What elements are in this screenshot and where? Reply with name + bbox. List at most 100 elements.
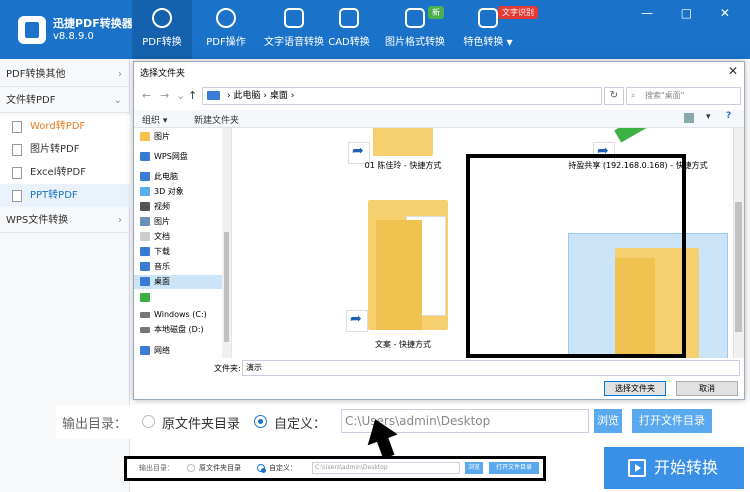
search-placeholder: 搜索"桌面"	[645, 91, 685, 100]
cancel-button[interactable]: 取消	[676, 381, 738, 396]
shortcut-icon	[346, 310, 368, 332]
sidebar-group-label: WPS文件转换	[6, 215, 69, 226]
output-dir-row: 输出目录： 原文件夹目录 自定义： C:\Users\admin\Desktop…	[124, 456, 546, 481]
nav-item-pictures[interactable]: 图片	[134, 130, 230, 144]
special-icon	[478, 8, 498, 28]
refresh-icon[interactable]: ↻	[604, 87, 624, 105]
open-folder-button[interactable]: 打开文件目录	[632, 409, 712, 433]
drive-icon	[140, 312, 150, 318]
browse-button[interactable]: 浏览	[465, 462, 483, 474]
nav-item-downloads[interactable]: 下载	[134, 245, 230, 259]
search-input[interactable]: ⌕ 搜索"桌面"	[626, 87, 741, 105]
sidebar-group-file-to-pdf[interactable]: 文件转PDF ⌄	[0, 89, 130, 113]
content-scroll-thumb[interactable]	[735, 202, 742, 332]
sidebar-group-pdf-to-other[interactable]: PDF转换其他 ›	[0, 63, 130, 87]
start-convert-button[interactable]: 开始转换	[604, 447, 744, 489]
app-logo-icon	[18, 16, 46, 44]
tab-cad[interactable]: CAD转换	[328, 8, 370, 56]
nav-item-label: 网络	[154, 346, 170, 355]
view-options-icon[interactable]	[684, 113, 694, 123]
nav-item-label: 下载	[154, 247, 170, 256]
folder-icon	[140, 132, 150, 141]
nav-item-drive-d[interactable]: 本地磁盘 (D:)	[134, 323, 230, 337]
sidebar-item-ppt-to-pdf[interactable]: PPT转PDF	[0, 184, 130, 207]
tab-label: 特色转换	[463, 37, 504, 48]
file-icon	[12, 190, 22, 202]
tab-text-speech[interactable]: 文字语音转换	[254, 8, 334, 56]
breadcrumb-item[interactable]: 桌面	[270, 91, 288, 101]
output-path-input[interactable]: C:\Users\admin\Desktop	[312, 462, 460, 474]
close-icon[interactable]: ✕	[728, 64, 738, 78]
address-bar-row: ← → ⌄ ↑ › 此电脑 › 桌面 › ↻ ⌕ 搜索"桌面"	[134, 84, 744, 108]
pointer-arrow-icon	[367, 419, 398, 459]
nav-item-drive-c[interactable]: Windows (C:)	[134, 308, 230, 322]
file-icon	[12, 144, 22, 156]
new-folder-button[interactable]: 新建文件夹	[194, 113, 239, 126]
network-icon	[140, 346, 150, 355]
nav-item-label: 桌面	[154, 277, 170, 286]
nav-item-wps-cloud[interactable]: WPS网盘	[134, 150, 230, 164]
breadcrumb-item[interactable]: 此电脑	[233, 91, 260, 101]
tab-label: PDF转换	[142, 37, 182, 48]
file-icon	[12, 121, 22, 133]
nav-item-videos[interactable]: 视频	[134, 200, 230, 214]
tab-label: CAD转换	[328, 37, 370, 48]
radio-original[interactable]	[142, 415, 155, 428]
tab-label: 文字语音转换	[264, 37, 324, 48]
tab-pdf-operate[interactable]: PDF操作	[196, 8, 256, 56]
nav-item-app[interactable]	[134, 291, 230, 305]
nav-item-3d[interactable]: 3D 对象	[134, 185, 230, 199]
chevron-down-icon[interactable]: ⌄	[176, 89, 185, 102]
radio-custom[interactable]	[254, 415, 267, 428]
nav-item-label: 3D 对象	[154, 187, 184, 196]
option-custom-label: 自定义：	[274, 417, 327, 432]
search-icon: ⌕	[631, 91, 636, 100]
filename-input[interactable]: 演示	[242, 360, 740, 376]
browse-button[interactable]: 浏览	[594, 409, 622, 433]
output-label: 输出目录：	[62, 417, 128, 432]
document-icon	[140, 232, 150, 241]
nav-item-label: 图片	[154, 217, 170, 226]
sidebar-item-label: PPT转PDF	[30, 190, 78, 201]
up-arrow-icon[interactable]: ↑	[188, 89, 197, 102]
nav-item-network[interactable]: 网络	[134, 344, 230, 358]
organize-menu[interactable]: 组织 ▾	[142, 113, 167, 126]
file-icon	[12, 167, 22, 179]
sidebar-group-wps[interactable]: WPS文件转换 ›	[0, 209, 130, 233]
back-arrow-icon[interactable]: ←	[142, 89, 151, 102]
open-folder-button[interactable]: 打开文件目录	[489, 462, 539, 474]
app-name: 迅捷PDF转换器	[53, 17, 133, 30]
nav-item-this-pc[interactable]: 此电脑	[134, 170, 230, 184]
choose-folder-button[interactable]: 选择文件夹	[604, 381, 666, 396]
nav-item-label: Windows (C:)	[154, 310, 207, 319]
radio-original[interactable]	[187, 464, 195, 472]
radio-custom[interactable]	[257, 464, 266, 473]
navigation-pane: 图片 WPS网盘 此电脑 3D 对象 视频 图片 文档 下载 音乐 桌面 Win…	[134, 128, 232, 358]
nav-scroll-thumb[interactable]	[224, 232, 229, 342]
file-item[interactable]: 文案 - 快捷方式	[328, 190, 478, 350]
window-controls[interactable]: — □ ✕	[641, 6, 742, 20]
desktop-icon	[140, 277, 150, 286]
nav-item-desktop[interactable]: 桌面	[134, 275, 230, 289]
file-item[interactable]: 01 陈佳玲 - 快捷方式	[328, 128, 478, 178]
nav-item-music[interactable]: 音乐	[134, 260, 230, 274]
tab-label: 图片格式转换	[385, 37, 445, 48]
sidebar-item-excel-to-pdf[interactable]: Excel转PDF	[0, 161, 130, 184]
filename-label: 文件夹:	[214, 364, 241, 373]
sidebar-item-word-to-pdf[interactable]: Word转PDF	[0, 115, 130, 138]
output-label: 输出目录：	[139, 464, 174, 472]
convert-icon	[152, 8, 172, 28]
nav-item-documents[interactable]: 文档	[134, 230, 230, 244]
help-icon[interactable]: ?	[726, 111, 731, 121]
start-button-label: 开始转换	[654, 458, 719, 477]
chevron-down-icon[interactable]: ▾	[706, 112, 711, 122]
nav-item-pictures-2[interactable]: 图片	[134, 215, 230, 229]
tab-pdf-convert[interactable]: PDF转换	[132, 0, 192, 59]
sidebar-item-label: Word转PDF	[30, 121, 86, 132]
dialog-title: 选择文件夹	[140, 69, 186, 79]
address-input[interactable]: › 此电脑 › 桌面 ›	[202, 87, 602, 105]
drive-icon	[140, 327, 150, 333]
sidebar-item-image-to-pdf[interactable]: 图片转PDF	[0, 138, 130, 161]
cloud-icon	[140, 152, 150, 161]
forward-arrow-icon[interactable]: →	[160, 89, 169, 102]
